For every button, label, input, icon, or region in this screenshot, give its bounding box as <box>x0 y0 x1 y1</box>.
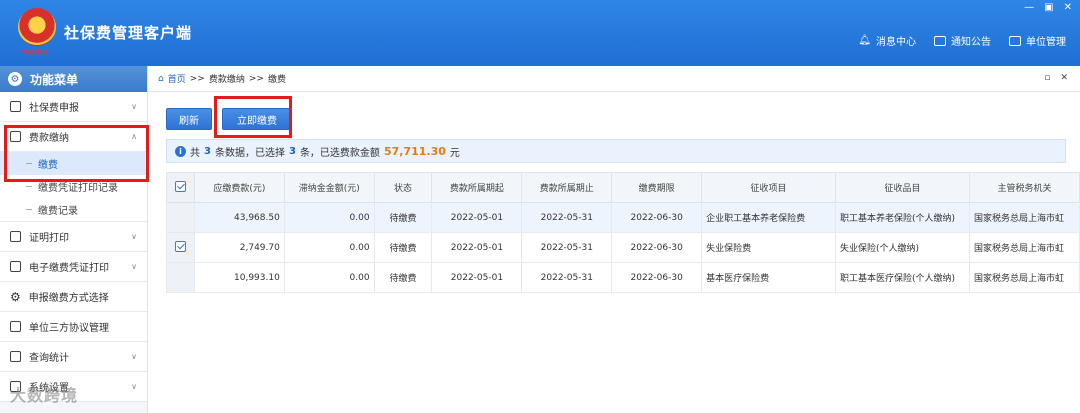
row-checkbox[interactable] <box>166 262 195 293</box>
sidebar-subitem-voucher-print-record[interactable]: 缴费凭证打印记录 <box>0 175 147 198</box>
sidebar-item-payment[interactable]: 费款缴纳 ∧ <box>0 122 147 152</box>
selected-amount: 57,711.30 <box>383 144 446 158</box>
sidebar-item-tripartite-agreement[interactable]: 单位三方协议管理 <box>0 312 147 342</box>
watermark: 大数跨境 <box>10 386 79 405</box>
breadcrumb-current: 缴费 <box>267 75 286 85</box>
col-tax-authority[interactable]: 主管税务机关 <box>968 172 1080 203</box>
chevron-down-icon: ∨ <box>131 102 137 111</box>
table-row[interactable]: 2,749.70 0.00 待缴费 2022-05-01 2022-05-31 … <box>166 232 1080 263</box>
message-center-button[interactable]: 🔔︎ 消息中心 <box>858 33 916 48</box>
breadcrumb-home[interactable]: 首页 <box>168 72 186 85</box>
sidebar-item-e-voucher-print[interactable]: 电子缴费凭证打印 ∨ <box>0 252 147 282</box>
col-deadline[interactable]: 缴费期限 <box>611 172 703 203</box>
table-row[interactable]: 10,993.10 0.00 待缴费 2022-05-01 2022-05-31… <box>166 262 1080 293</box>
notice-button[interactable]: 通知公告 <box>934 33 991 48</box>
col-levy-item[interactable]: 征收项目 <box>701 172 836 203</box>
agreement-icon <box>10 321 21 332</box>
building-icon <box>1009 35 1021 46</box>
sidebar-subitem-payment-record[interactable]: 缴费记录 <box>0 198 147 221</box>
pay-now-button[interactable]: 立即缴费 <box>222 108 292 130</box>
col-period-start[interactable]: 费款所属期起 <box>431 172 523 203</box>
breadcrumb-payment[interactable]: 费款缴纳 <box>209 72 245 85</box>
mail-icon <box>934 35 946 46</box>
sidebar-subitem-pay[interactable]: 缴费 <box>0 152 147 175</box>
refresh-button[interactable]: 刷新 <box>166 108 212 130</box>
restore-tab-icon[interactable]: ▫ <box>1044 73 1050 83</box>
chevron-down-icon: ∨ <box>131 262 137 271</box>
printer-icon <box>10 261 21 272</box>
table-row[interactable]: 43,968.50 0.00 待缴费 2022-05-01 2022-05-31… <box>166 202 1080 233</box>
bell-icon: 🔔︎ <box>858 35 871 46</box>
card-icon <box>10 131 21 142</box>
col-payable[interactable]: 应缴费款(元) <box>193 172 285 203</box>
gear-icon: ⚙ <box>10 289 21 304</box>
logo-caption: 中国税务 <box>20 49 48 57</box>
print-icon <box>10 231 21 242</box>
col-status[interactable]: 状态 <box>373 172 433 203</box>
col-period-end[interactable]: 费款所属期止 <box>521 172 613 203</box>
maximize-icon[interactable]: ▣ <box>1044 2 1053 13</box>
chevron-down-icon: ∨ <box>131 382 137 391</box>
col-late-fee[interactable]: 滞纳金金额(元) <box>283 172 375 203</box>
title-bar: 中国税务 社保费管理客户端 — ▣ ✕ 🔔︎ 消息中心 通知公告 单位管理 <box>0 0 1080 66</box>
close-icon[interactable]: ✕ <box>1064 2 1072 13</box>
chevron-up-icon: ∧ <box>131 132 137 141</box>
main-panel: ⌂ 首页 >> 费款缴纳 >> 缴费 ▫ ✕ 刷新 立即缴费 i 共 3 条数据… <box>148 66 1080 413</box>
form-icon <box>10 101 21 112</box>
chart-icon <box>10 351 21 362</box>
close-tab-icon[interactable]: ✕ <box>1060 73 1068 83</box>
select-all-checkbox[interactable] <box>166 172 195 203</box>
home-icon: ⌂ <box>158 73 164 84</box>
breadcrumb: ⌂ 首页 >> 费款缴纳 >> 缴费 <box>148 66 1080 92</box>
unit-management-button[interactable]: 单位管理 <box>1009 33 1066 48</box>
sidebar-item-payment-method[interactable]: ⚙ 申报缴费方式选择 <box>0 282 147 312</box>
gear-icon: ⚙ <box>8 72 22 86</box>
payment-submenu: 缴费 缴费凭证打印记录 缴费记录 <box>0 152 147 222</box>
info-icon: i <box>175 145 186 157</box>
tax-emblem-icon <box>18 8 56 46</box>
sidebar: ⚙ 功能菜单 社保费申报 ∨ 费款缴纳 ∧ 缴费 缴费凭证打印记录 缴费记录 证… <box>0 66 148 413</box>
payment-table: 应缴费款(元) 滞纳金金额(元) 状态 费款所属期起 费款所属期止 缴费期限 征… <box>166 172 1080 293</box>
app-title: 社保费管理客户端 <box>64 24 193 42</box>
row-checkbox[interactable] <box>166 202 195 233</box>
selection-summary: i 共 3 条数据，已选择 3 条，已选费款金额 57,711.30 元 <box>166 139 1066 163</box>
minimize-icon[interactable]: — <box>1024 2 1034 13</box>
chevron-down-icon: ∨ <box>131 352 137 361</box>
table-header-row: 应缴费款(元) 滞纳金金额(元) 状态 费款所属期起 费款所属期止 缴费期限 征… <box>166 172 1080 203</box>
row-checkbox[interactable] <box>166 232 195 263</box>
sidebar-item-certificate-print[interactable]: 证明打印 ∨ <box>0 222 147 252</box>
sidebar-item-declaration[interactable]: 社保费申报 ∨ <box>0 92 147 122</box>
menu-header: ⚙ 功能菜单 <box>0 66 147 92</box>
col-levy-category[interactable]: 征收品目 <box>835 172 970 203</box>
chevron-down-icon: ∨ <box>131 232 137 241</box>
sidebar-item-query-statistics[interactable]: 查询统计 ∨ <box>0 342 147 372</box>
